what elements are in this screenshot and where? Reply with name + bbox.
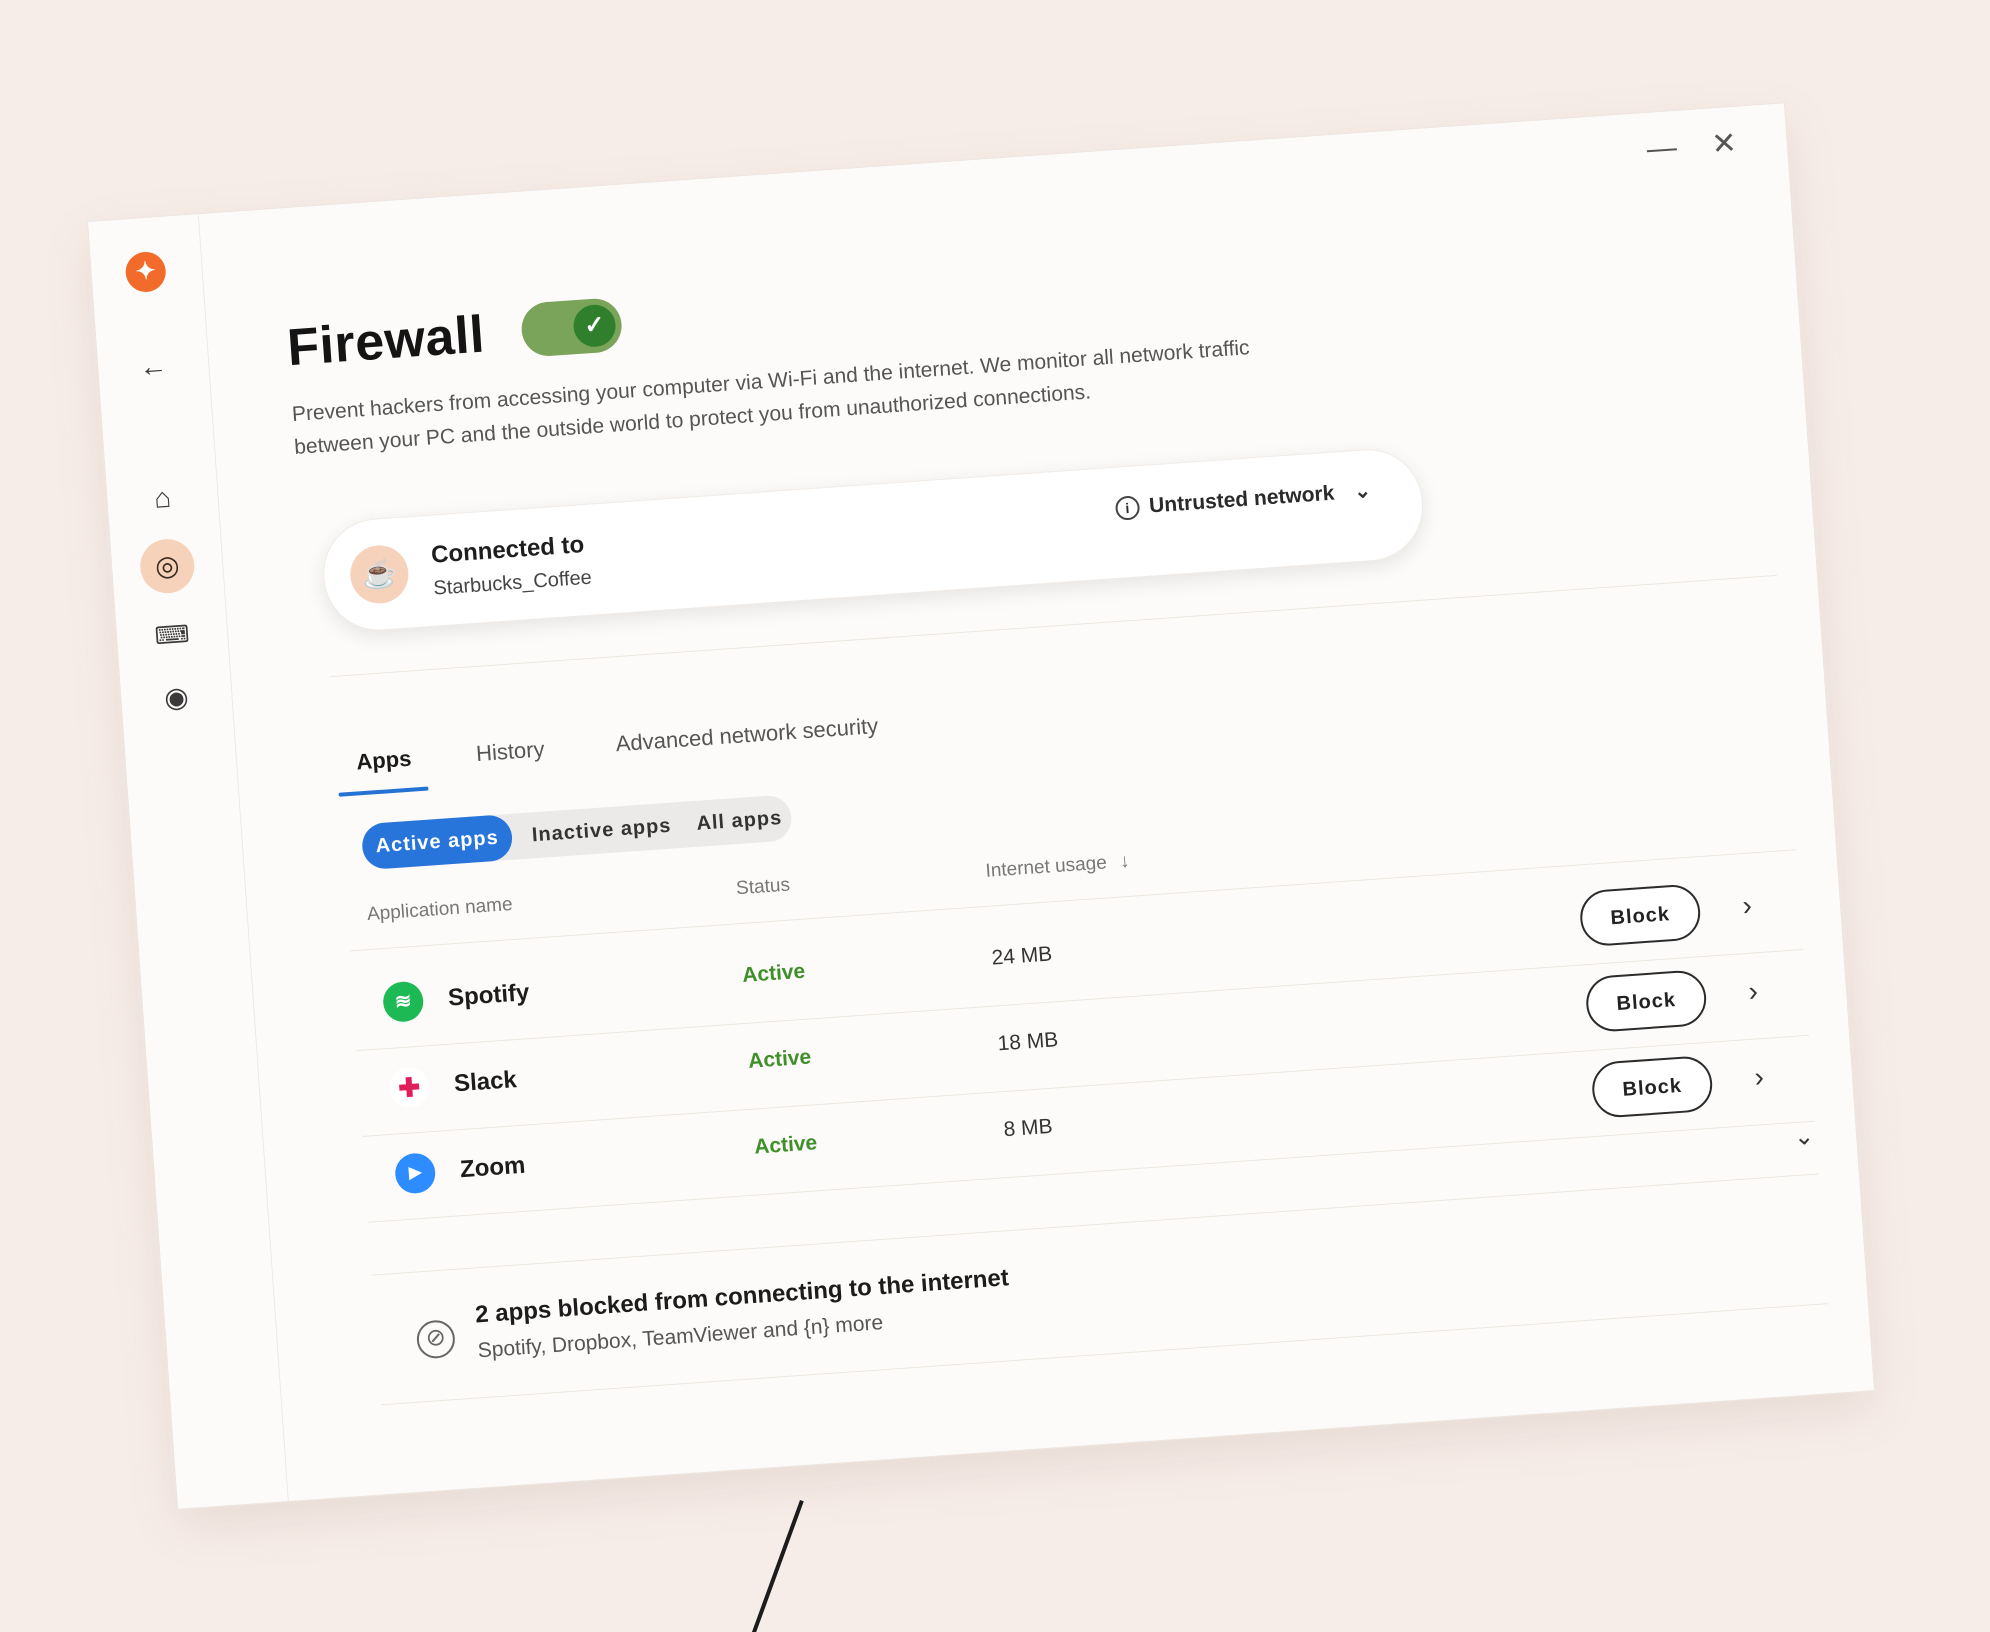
spotify-icon: ≋ <box>381 980 425 1024</box>
column-header-internet-usage-label: Internet usage <box>984 852 1108 882</box>
filter-active-apps[interactable]: Active apps <box>360 813 514 871</box>
tab-history[interactable]: History <box>475 736 545 767</box>
network-status-dropdown[interactable]: i Untrusted network ⌄ <box>1114 478 1372 522</box>
cafe-icon: ☕ <box>348 543 411 606</box>
connection-label: Connected to <box>430 531 586 569</box>
network-ssid: Starbucks_Coffee <box>432 566 593 600</box>
account-icon[interactable]: ◉ <box>156 678 197 719</box>
tab-apps-label: Apps <box>355 745 413 775</box>
filter-inactive-apps[interactable]: Inactive apps <box>530 803 673 859</box>
stage: ✦ ← ⌂ ◎ ⌨ ◉ — ✕ Firewall ✓ Prevent hacke… <box>0 0 1990 1632</box>
app-name: Slack <box>453 1066 518 1098</box>
chat-icon[interactable]: ⌨ <box>152 616 193 657</box>
chevron-right-icon[interactable]: › <box>1753 1061 1765 1094</box>
tab-active-indicator <box>338 786 429 797</box>
firewall-window: ✦ ← ⌂ ◎ ⌨ ◉ — ✕ Firewall ✓ Prevent hacke… <box>87 102 1875 1510</box>
app-filter-segmented-control: Active apps Inactive apps All apps <box>360 794 793 871</box>
blocked-apps-title: 2 apps blocked from connecting to the in… <box>474 1264 1010 1329</box>
chevron-right-icon[interactable]: › <box>1741 890 1753 923</box>
column-header-internet-usage[interactable]: Internet usage ↓ <box>985 851 1130 883</box>
app-usage: 8 MB <box>1002 1114 1054 1142</box>
app-usage: 18 MB <box>996 1028 1059 1056</box>
block-button[interactable]: Block <box>1584 968 1709 1034</box>
sidebar: ✦ ← ⌂ ◎ ⌨ ◉ <box>88 214 289 1509</box>
column-header-application-name: Application name <box>366 893 514 926</box>
row-divider <box>368 1120 1816 1223</box>
chevron-right-icon[interactable]: › <box>1747 975 1759 1008</box>
network-status-label: Untrusted network <box>1148 481 1336 518</box>
page-title: Firewall <box>285 305 487 378</box>
home-icon[interactable]: ⌂ <box>142 478 183 519</box>
avast-logo-icon[interactable]: ✦ <box>124 250 168 294</box>
column-header-status: Status <box>735 874 791 900</box>
firewall-toggle[interactable]: ✓ <box>519 296 624 358</box>
info-icon: i <box>1114 495 1141 522</box>
app-usage: 24 MB <box>990 942 1053 970</box>
slack-icon: ✚ <box>387 1066 431 1109</box>
tab-apps[interactable]: Apps <box>338 745 429 797</box>
app-status: Active <box>753 1131 818 1159</box>
app-status: Active <box>741 959 806 988</box>
expand-chevron-icon[interactable]: ⌄ <box>1793 1122 1815 1152</box>
block-button[interactable]: Block <box>1578 883 1703 948</box>
decorative-cable <box>738 1500 804 1632</box>
tab-advanced-network-security[interactable]: Advanced network security <box>615 713 879 757</box>
back-arrow-icon[interactable]: ← <box>133 346 174 387</box>
app-name: Spotify <box>447 979 531 1012</box>
app-name: Zoom <box>459 1151 527 1184</box>
main-content: Firewall ✓ Prevent hackers from accessin… <box>278 103 1874 1495</box>
chevron-down-icon: ⌄ <box>1353 480 1372 504</box>
arrow-down-icon: ↓ <box>1119 850 1131 873</box>
filter-all-apps[interactable]: All apps <box>695 795 784 847</box>
app-status: Active <box>747 1045 812 1073</box>
block-button[interactable]: Block <box>1590 1054 1715 1119</box>
compass-icon[interactable]: ◎ <box>138 537 197 595</box>
check-icon: ✓ <box>572 303 617 349</box>
blocked-icon: ⊘ <box>415 1319 457 1360</box>
zoom-icon: ▶ <box>393 1152 437 1195</box>
connection-card: ☕ Connected to Starbucks_Coffee i Untrust… <box>319 445 1427 635</box>
